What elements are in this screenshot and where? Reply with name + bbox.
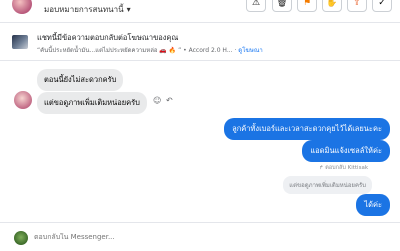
assign-label: มอบหมายการสนทนานี้ bbox=[44, 5, 124, 14]
ad-reply-banner: แชทนี้มีข้อความตอบกลับต่อโฆษณาของคุณ “คั… bbox=[0, 23, 400, 61]
ad-thumbnail bbox=[12, 35, 28, 49]
assign-conversation-dropdown[interactable]: มอบหมายการสนทนานี้ ▾ bbox=[44, 3, 131, 16]
ad-caption: “คันนี้ประหยัดน้ำมัน...แต่ไม่ประหยัดความ… bbox=[37, 47, 233, 54]
reply-input[interactable] bbox=[34, 233, 334, 241]
flag-icon[interactable]: ⚑ bbox=[297, 0, 317, 12]
caret-down-icon: ▾ bbox=[126, 5, 131, 14]
outgoing-message: แอดมินแจ้งเซลล์ให้ค่ะ bbox=[302, 140, 390, 162]
sender-avatar bbox=[14, 91, 32, 109]
reply-icon[interactable]: ↶ bbox=[166, 96, 173, 105]
reply-meta: ↱ ตอบกลับ Kittisak bbox=[319, 164, 368, 172]
spam-icon[interactable]: ✋ bbox=[322, 0, 342, 12]
ad-subtitle: “คันนี้ประหยัดน้ำมัน...แต่ไม่ประหยัดความ… bbox=[37, 45, 263, 55]
quoted-message: แต่ขอดูภาพเพิ่มเติมหน่อยครับ bbox=[283, 176, 372, 194]
folder-move-icon[interactable]: ⇪ bbox=[347, 0, 367, 12]
check-icon[interactable]: ✓ bbox=[372, 0, 392, 12]
page-avatar bbox=[14, 231, 28, 245]
conversation-header: มอบหมายการสนทนานี้ ▾ ⚠ 🗑 ⚑ ✋ ⇪ ✓ bbox=[0, 0, 400, 23]
ad-title: แชทนี้มีข้อความตอบกลับต่อโฆษณาของคุณ bbox=[37, 33, 179, 42]
alert-icon[interactable]: ⚠ bbox=[246, 0, 266, 12]
trash-icon[interactable]: 🗑 bbox=[272, 0, 292, 12]
incoming-message: ตอนนี้ยังไม่สะดวกครับ bbox=[37, 69, 124, 91]
avatar bbox=[12, 0, 32, 14]
outgoing-message: ลูกค้าทั้งเบอร์และเวลาสะดวกคุยไว้ได้เลยน… bbox=[224, 118, 390, 140]
emoji-react-icon[interactable]: ☺ bbox=[153, 96, 161, 105]
outgoing-message: ได้ค่ะ bbox=[356, 194, 390, 216]
reply-meta-text: ตอบกลับ Kittisak bbox=[325, 165, 368, 171]
message-composer bbox=[0, 222, 400, 251]
message-thread: ตอนนี้ยังไม่สะดวกครับ แต่ขอดูภาพเพิ่มเติ… bbox=[0, 61, 400, 221]
view-ad-link[interactable]: ดูโฆษณา bbox=[238, 47, 262, 54]
incoming-message: แต่ขอดูภาพเพิ่มเติมหน่อยครับ bbox=[37, 92, 147, 114]
